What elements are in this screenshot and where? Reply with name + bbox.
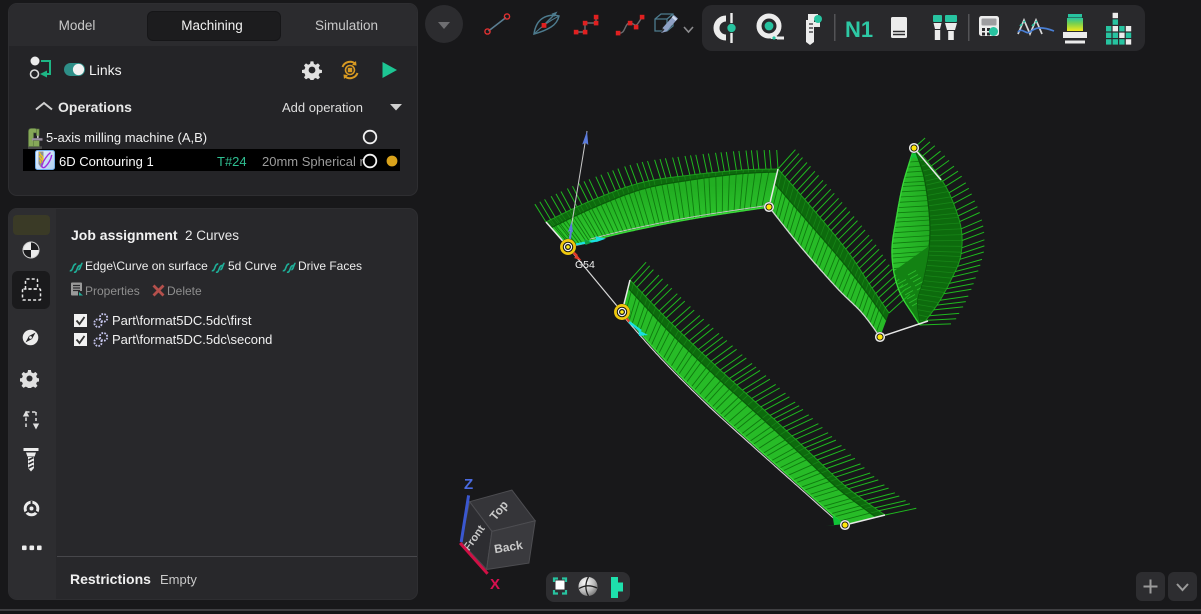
svg-text:G54: G54 [575,259,595,271]
svg-text:N1: N1 [845,17,873,42]
svg-text:Z: Z [464,476,473,493]
svg-text:X: X [490,576,500,593]
